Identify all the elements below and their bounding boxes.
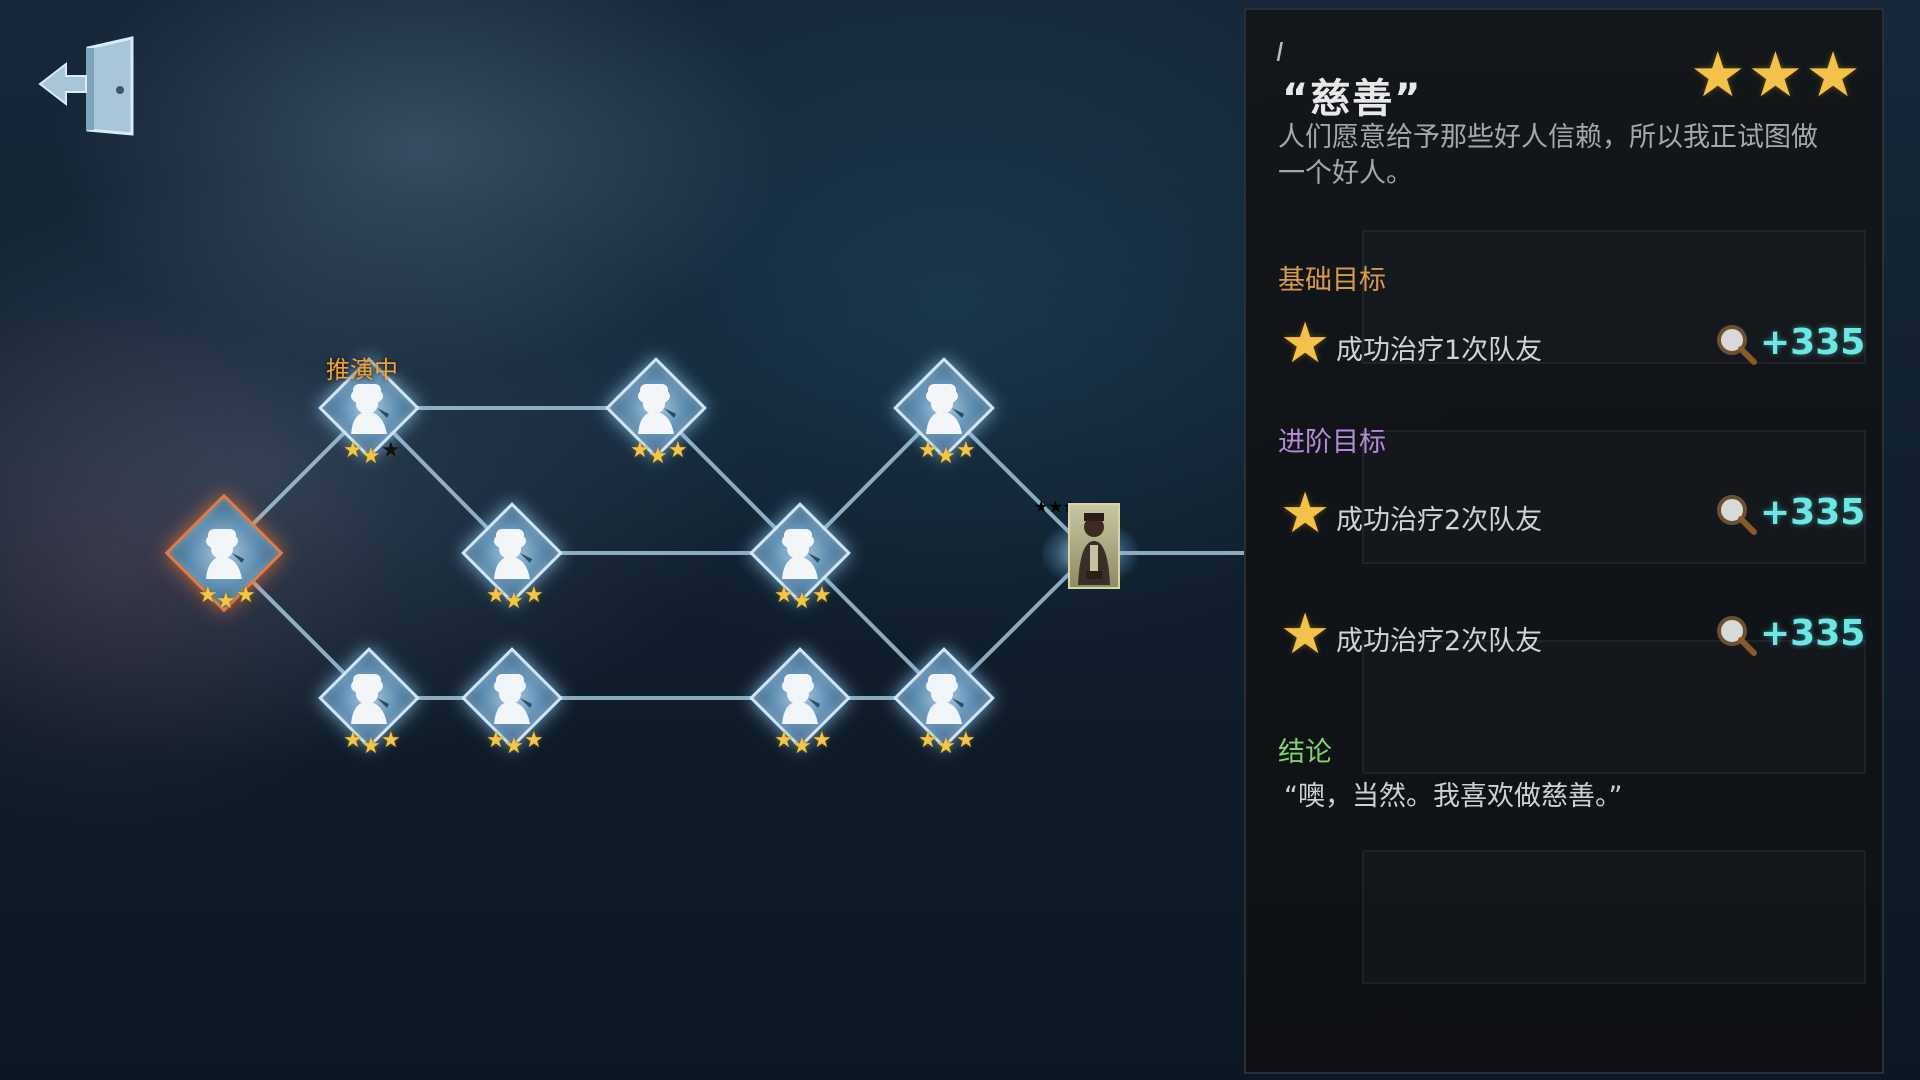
star-icon: ★: [216, 589, 236, 614]
reward-amount: +335: [1760, 322, 1866, 363]
star-icon: ★: [918, 438, 938, 463]
star-icon: ★: [936, 734, 956, 759]
magnifier-icon: [1717, 495, 1757, 535]
basic-goals-title: 基础目标: [1278, 265, 1386, 296]
star-icon: ★: [524, 583, 544, 608]
conclusion-text: “噢，当然。我喜欢做慈善。”: [1284, 781, 1623, 812]
star-icon: ★: [343, 438, 363, 463]
map-node-7[interactable]: ★ ★ ★: [313, 642, 425, 758]
magnifier-icon: [1717, 325, 1757, 365]
detective-silhouette-icon: [206, 529, 244, 579]
exit-door-icon: [38, 36, 134, 136]
star-icon: ★: [486, 728, 506, 753]
star-icon: ★: [918, 728, 938, 753]
reward-amount: +335: [1760, 613, 1866, 654]
star-icon: ★: [668, 438, 688, 463]
detective-silhouette-icon: [351, 674, 389, 724]
panel-description: 人们愿意给予那些好人信赖，所以我正试图做一个好人。: [1278, 122, 1818, 189]
star-icon: ★: [1280, 311, 1331, 376]
star-icon: ★: [1280, 481, 1331, 546]
star-icon: ★: [956, 728, 976, 753]
star-icon: ★: [524, 728, 544, 753]
objective-item[interactable]: ★ 成功治疗1次队友 +335: [1280, 311, 1865, 376]
panel-title: “慈善”: [1282, 76, 1423, 122]
map-node-3[interactable]: ★ ★ ★: [600, 352, 712, 468]
detail-panel: I “慈善” ★★★ 人们愿意给予那些好人信赖，所以我正试图做一个好人。 基础目…: [1244, 8, 1884, 1074]
star-icon: ★: [1048, 497, 1063, 516]
magnifier-icon: [1717, 616, 1757, 656]
background-ghost-card: [1362, 850, 1866, 984]
map-node-6[interactable]: ★ ★ ★: [744, 497, 856, 613]
detective-silhouette-icon: [638, 384, 676, 434]
map-node-8[interactable]: ★ ★ ★: [456, 642, 568, 758]
star-icon: ★: [648, 444, 668, 469]
star-icon: ★: [956, 438, 976, 463]
game-screen: ★ ★ ★ ★ ★ ★ 推演中 ★ ★ ★ ★ ★ ★ ★ ★ ★ ★ ★ ★ …: [0, 0, 1920, 1080]
star-icon: ★: [236, 583, 256, 608]
final-character-node[interactable]: ★★★: [1034, 497, 1146, 609]
empty-star-icon: ★: [381, 438, 401, 463]
panel-index: I: [1276, 38, 1284, 68]
node-stars: ★★★: [914, 726, 978, 758]
star-icon: ★: [1690, 38, 1746, 111]
star-icon: ★: [1747, 38, 1804, 111]
detective-silhouette-icon: [494, 529, 532, 579]
character-card-icon: [1068, 503, 1120, 589]
star-icon: ★: [343, 728, 363, 753]
detective-silhouette-icon: [926, 674, 964, 724]
map-node-4[interactable]: ★ ★ ★: [888, 352, 1000, 468]
map-node-5[interactable]: ★ ★ ★: [456, 497, 568, 613]
detective-silhouette-icon: [782, 529, 820, 579]
node-stars: ★★★: [626, 436, 690, 468]
star-icon: ★: [812, 728, 832, 753]
objective-text: 成功治疗2次队友: [1336, 626, 1543, 657]
star-icon: ★: [198, 583, 218, 608]
star-icon: ★: [774, 728, 794, 753]
objective-text: 成功治疗2次队友: [1336, 505, 1543, 536]
star-icon: ★: [361, 734, 381, 759]
panel-rating: ★★★: [1690, 44, 1863, 106]
node-stars: ★★★: [482, 726, 546, 758]
star-icon: ★: [504, 734, 524, 759]
node-stars: ★★★: [194, 581, 258, 613]
objective-item[interactable]: ★ 成功治疗2次队友 +335: [1280, 602, 1865, 667]
node-stars: ★★★: [339, 436, 403, 468]
node-stars: ★★★: [482, 581, 546, 613]
map-node-1[interactable]: ★ ★ ★: [164, 493, 284, 613]
star-icon: ★: [381, 728, 401, 753]
detective-silhouette-icon: [926, 384, 964, 434]
star-icon: ★: [1805, 38, 1861, 111]
objective-text: 成功治疗1次队友: [1336, 335, 1543, 366]
node-stars: ★★★: [770, 726, 834, 758]
objective-item[interactable]: ★ 成功治疗2次队友 +335: [1280, 481, 1865, 546]
node-stars: ★★★: [914, 436, 978, 468]
map-node-9[interactable]: ★ ★ ★: [744, 642, 856, 758]
map-node-10[interactable]: ★ ★ ★: [888, 642, 1000, 758]
exit-button[interactable]: [36, 34, 140, 144]
advanced-goals-title: 进阶目标: [1278, 427, 1386, 458]
node-status-label: 推演中: [326, 356, 398, 384]
star-icon: ★: [936, 444, 956, 469]
conclusion-title: 结论: [1278, 737, 1332, 768]
star-icon: ★: [1280, 602, 1331, 667]
node-stars: ★★★: [770, 581, 834, 613]
detective-silhouette-icon: [782, 674, 820, 724]
star-icon: ★: [812, 583, 832, 608]
detective-silhouette-icon: [351, 384, 389, 434]
star-icon: ★: [792, 734, 812, 759]
star-icon: ★: [504, 589, 524, 614]
star-icon: ★: [486, 583, 506, 608]
detective-silhouette-icon: [494, 674, 532, 724]
star-icon: ★: [361, 444, 381, 469]
star-icon: ★: [774, 583, 794, 608]
reward-amount: +335: [1760, 492, 1866, 533]
star-icon: ★: [630, 438, 650, 463]
star-icon: ★: [1034, 497, 1049, 516]
node-stars: ★★★: [339, 726, 403, 758]
star-icon: ★: [792, 589, 812, 614]
